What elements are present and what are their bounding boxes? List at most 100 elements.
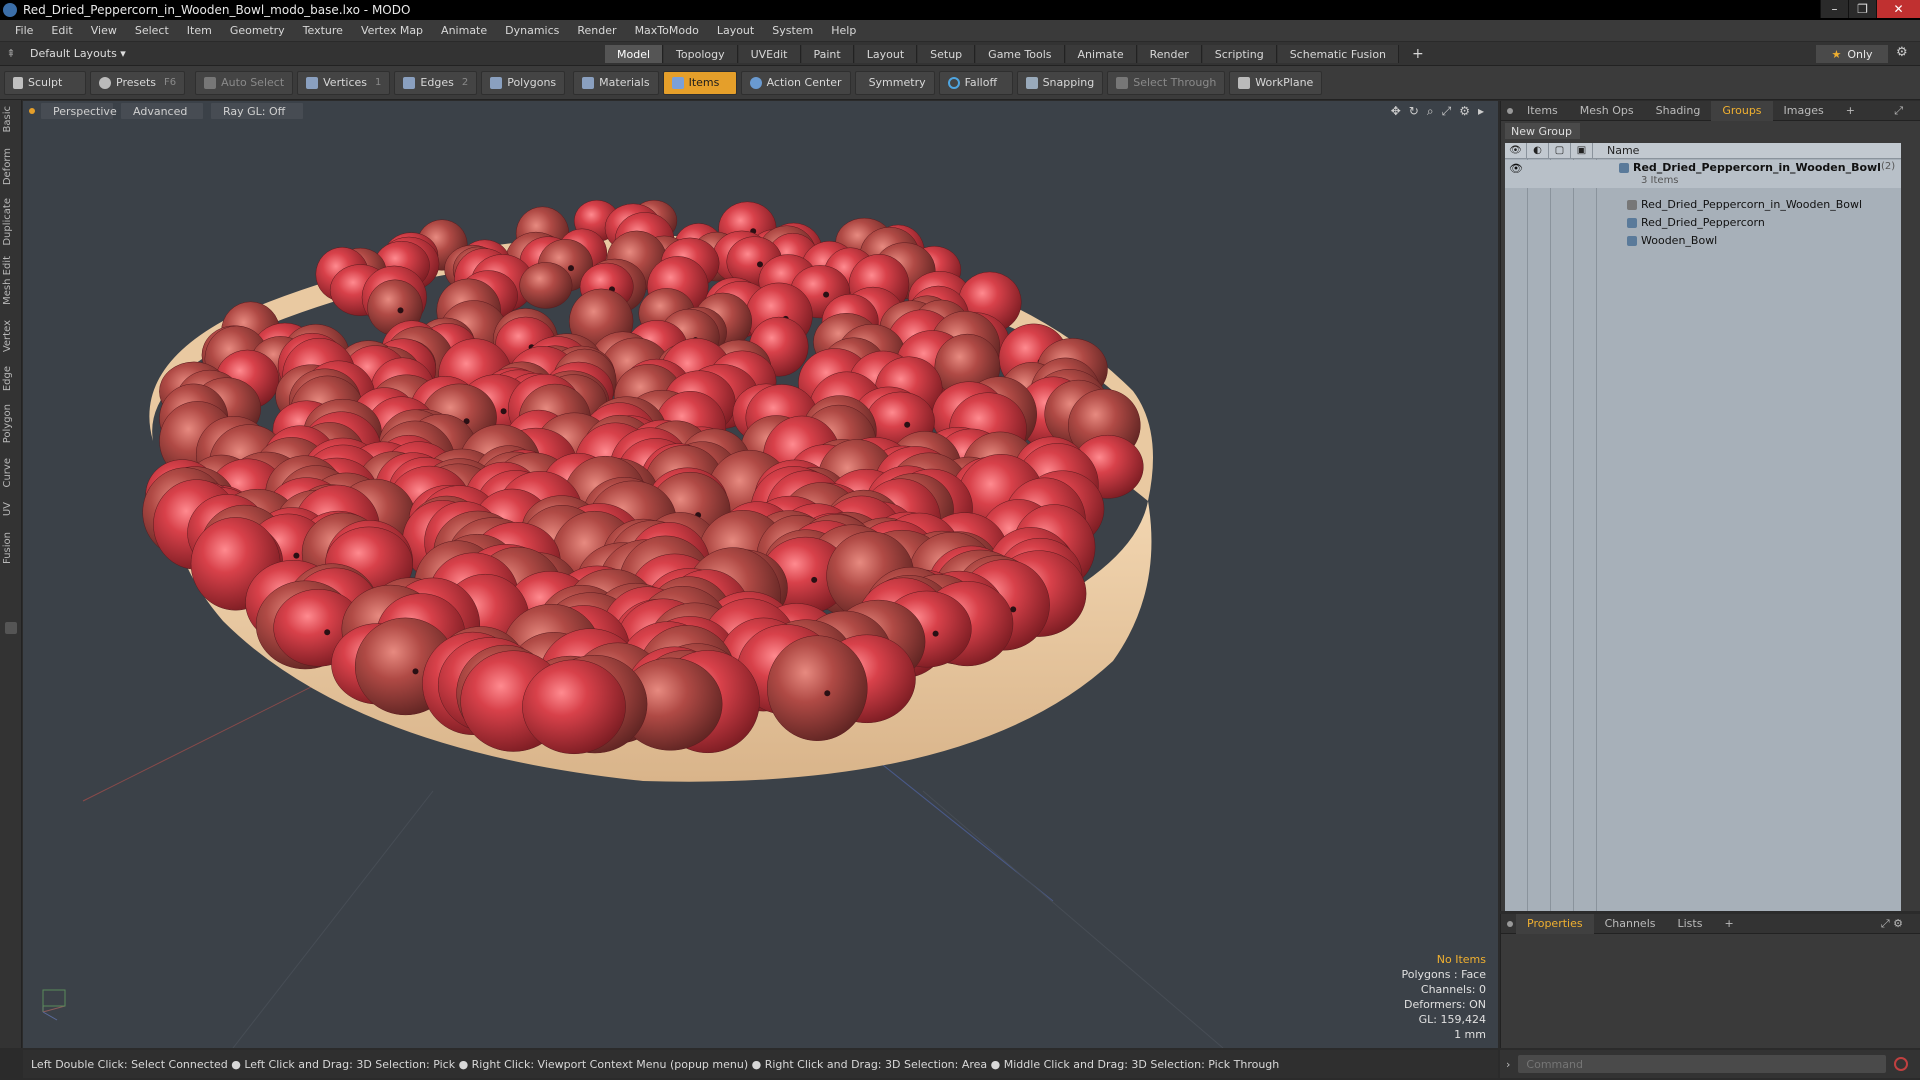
group-row-root[interactable]: 👁 Red_Dried_Peppercorn_in_Wooden_Bowl (2… [1505,160,1901,188]
auto-select-button[interactable]: Auto Select [195,70,294,95]
tab-paint[interactable]: Paint [801,45,854,63]
panel-toggle-icon[interactable] [5,622,17,634]
menu-dynamics[interactable]: Dynamics [496,24,568,37]
new-group-button[interactable]: New Group [1505,123,1580,139]
tab-render[interactable]: Render [1137,45,1202,63]
list-item[interactable]: Red_Dried_Peppercorn_in_Wooden_Bowl [1505,197,1901,213]
list-item[interactable]: Red_Dried_Peppercorn [1505,215,1901,231]
menu-texture[interactable]: Texture [294,24,352,37]
viewport-menu-dot[interactable] [29,108,35,114]
tab-topology[interactable]: Topology [664,45,738,63]
layout-grip-icon[interactable]: ⇞ [0,47,22,60]
tab-channels[interactable]: Channels [1594,914,1667,934]
items-button[interactable]: Items [662,70,737,95]
menu-vertex-map[interactable]: Vertex Map [352,24,432,37]
menu-maxtomodo[interactable]: MaxToModo [626,24,708,37]
tab-schematic-fusion[interactable]: Schematic Fusion [1277,45,1400,63]
close-icon[interactable]: ✕ [1876,0,1920,18]
move-view-icon[interactable]: ✥ [1391,104,1401,119]
left-tool-tabs: Basic Deform Duplicate Mesh Edit Vertex … [0,100,22,1048]
tab-model[interactable]: Model [605,45,664,63]
falloff-button[interactable]: Falloff [938,70,1013,95]
menu-view[interactable]: View [82,24,126,37]
tab-game-tools[interactable]: Game Tools [976,45,1065,63]
perspective-button[interactable]: Perspective [41,103,117,119]
tab-shading[interactable]: Shading [1645,101,1712,121]
name-column-header[interactable]: Name [1593,144,1639,157]
panel-menu-dot[interactable] [1507,107,1513,114]
sculpt-button[interactable]: Sculpt [4,70,86,95]
add-props-tab-icon[interactable]: + [1713,914,1744,934]
tab-uv[interactable]: UV [2,502,20,516]
snapping-button[interactable]: Snapping [1016,70,1104,95]
menu-animate[interactable]: Animate [432,24,496,37]
tab-duplicate[interactable]: Duplicate [2,198,20,246]
viewport-scene[interactable] [23,101,1498,1048]
only-button[interactable]: ★ Only [1816,45,1888,63]
tab-properties[interactable]: Properties [1516,913,1594,934]
command-arrow-icon[interactable]: › [1506,1058,1510,1071]
panel-expand-icon[interactable]: ⤢ [1883,101,1914,121]
menu-item[interactable]: Item [178,24,221,37]
add-tab-icon[interactable]: + [1400,45,1436,63]
select-through-button[interactable]: Select Through [1107,70,1226,95]
list-item[interactable]: Wooden_Bowl [1505,233,1901,249]
tab-groups[interactable]: Groups [1711,100,1773,121]
workplane-button[interactable]: WorkPlane [1229,70,1323,95]
tab-layout[interactable]: Layout [854,45,918,63]
symmetry-button[interactable]: Symmetry [854,70,935,95]
select-column-icon[interactable]: ▣ [1571,142,1593,159]
tab-mesh-edit[interactable]: Mesh Edit [2,256,20,305]
tab-curve[interactable]: Curve [2,458,20,488]
minimize-icon[interactable]: – [1820,0,1848,18]
tab-lists[interactable]: Lists [1667,914,1714,934]
restore-icon[interactable]: ❐ [1848,0,1876,18]
tab-animate[interactable]: Animate [1065,45,1137,63]
fit-view-icon[interactable]: ⤢ [1442,104,1452,119]
tab-edge[interactable]: Edge [2,366,20,391]
rotate-view-icon[interactable]: ↻ [1409,104,1419,119]
menu-help[interactable]: Help [822,24,865,37]
presets-button[interactable]: Presets F6 [90,70,186,95]
polygons-button[interactable]: Polygons [481,70,566,95]
tab-images[interactable]: Images [1773,101,1835,121]
tab-vertex[interactable]: Vertex [2,320,20,352]
add-panel-tab-icon[interactable]: + [1835,101,1866,121]
action-center-button[interactable]: Action Center [740,70,851,95]
raygl-button[interactable]: Ray GL: Off [211,103,303,119]
props-menu-dot[interactable] [1507,920,1513,927]
tab-fusion[interactable]: Fusion [2,532,20,564]
tab-scripting[interactable]: Scripting [1202,45,1277,63]
props-settings-icon[interactable]: ⤢ ⚙ [1870,914,1914,934]
tab-basic[interactable]: Basic [2,106,20,132]
3d-viewport[interactable]: Perspective Advanced Ray GL: Off ✥ ↻ ⌕ ⤢… [23,101,1498,1048]
expand-icon[interactable]: ▸ [1478,104,1484,119]
zoom-view-icon[interactable]: ⌕ [1427,104,1434,119]
tab-polygon[interactable]: Polygon [2,404,20,443]
tab-deform[interactable]: Deform [2,148,20,185]
menu-file[interactable]: File [6,24,42,37]
advanced-button[interactable]: Advanced [121,103,203,119]
menu-select[interactable]: Select [126,24,178,37]
visibility-column-icon[interactable]: 👁 [1505,142,1527,159]
tab-uvedit[interactable]: UVEdit [738,45,801,63]
vertices-button[interactable]: Vertices 1 [297,70,391,95]
view-settings-icon[interactable]: ⚙ [1459,104,1470,119]
render-column-icon[interactable]: ◐ [1527,142,1549,159]
eye-icon[interactable]: 👁 [1509,162,1523,175]
tab-mesh-ops[interactable]: Mesh Ops [1569,101,1645,121]
edges-button[interactable]: Edges 2 [394,70,478,95]
menu-render[interactable]: Render [568,24,625,37]
tab-items[interactable]: Items [1516,101,1569,121]
menu-geometry[interactable]: Geometry [221,24,294,37]
gear-icon[interactable]: ⚙ [1896,45,1908,60]
menu-edit[interactable]: Edit [42,24,81,37]
lock-column-icon[interactable]: ▢ [1549,142,1571,159]
tab-setup[interactable]: Setup [918,45,976,63]
menu-system[interactable]: System [763,24,822,37]
default-layouts-dropdown[interactable]: Default Layouts ▾ [22,47,134,60]
materials-button[interactable]: Materials [573,70,659,95]
command-stop-icon[interactable] [1894,1057,1909,1071]
command-input[interactable] [1518,1055,1887,1073]
menu-layout[interactable]: Layout [708,24,763,37]
